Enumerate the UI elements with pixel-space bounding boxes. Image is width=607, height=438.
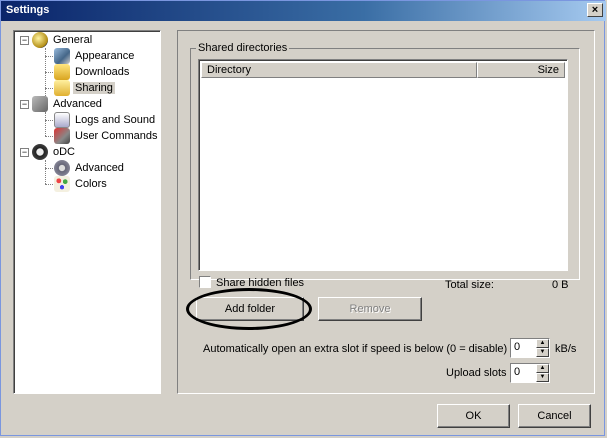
upload-slots-stepper[interactable]: 0 ▲ ▼ — [510, 363, 550, 383]
tree-item-label: Downloads — [75, 66, 130, 78]
tree-connector — [45, 160, 46, 184]
tree-item-label: Appearance — [75, 50, 135, 62]
tree-item-odc[interactable]: − oDC — [20, 144, 77, 160]
remove-button[interactable]: Remove — [318, 297, 422, 321]
upload-slots-label: Upload slots — [446, 367, 507, 379]
tree-item-sharing[interactable]: Sharing — [54, 80, 115, 96]
tree-item-appearance[interactable]: Appearance — [54, 48, 136, 64]
tree-item-advanced[interactable]: − Advanced — [20, 96, 104, 112]
logs-sound-icon — [54, 112, 70, 128]
tree-item-label: Advanced — [75, 162, 124, 174]
user-commands-icon — [54, 128, 70, 144]
group-label: Shared directories — [196, 42, 290, 54]
tree-item-downloads[interactable]: Downloads — [54, 64, 131, 80]
stepper-value: 0 — [514, 341, 521, 353]
tree-item-odc-advanced[interactable]: Advanced — [54, 160, 126, 176]
column-header-directory[interactable]: Directory — [201, 62, 477, 78]
tree-item-general[interactable]: − General — [20, 32, 94, 48]
stepper-buttons: ▲ ▼ — [536, 364, 549, 382]
column-header-size[interactable]: Size — [477, 62, 565, 78]
tree-item-user-commands[interactable]: User Commands — [54, 128, 160, 144]
tree-item-label: Logs and Sound — [75, 114, 156, 126]
spin-up-arrow-icon[interactable]: ▲ — [536, 339, 549, 348]
collapse-toggle[interactable]: − — [20, 147, 29, 157]
odc-icon — [32, 144, 48, 160]
tree-item-logs-and-sound[interactable]: Logs and Sound — [54, 112, 157, 128]
add-folder-button[interactable]: Add folder — [196, 297, 304, 321]
appearance-icon — [54, 48, 70, 64]
tree-item-label: Colors — [75, 178, 107, 190]
share-hidden-label: Share hidden files — [216, 277, 305, 289]
collapse-toggle[interactable]: − — [20, 35, 29, 45]
cancel-button[interactable]: Cancel — [518, 404, 591, 428]
spin-up-arrow-icon[interactable]: ▲ — [536, 364, 549, 373]
spin-down-arrow-icon[interactable]: ▼ — [536, 348, 549, 357]
settings-tree[interactable]: − General Appearance Downloads Sharing −… — [13, 30, 161, 394]
share-hidden-checkbox[interactable] — [199, 276, 211, 288]
tree-connector — [45, 112, 46, 136]
advanced-icon — [32, 96, 48, 112]
colors-icon — [54, 176, 70, 192]
stepper-buttons: ▲ ▼ — [536, 339, 549, 357]
ok-button[interactable]: OK — [437, 404, 510, 428]
tree-item-label: User Commands — [75, 130, 158, 142]
auto-open-slot-label: Automatically open an extra slot if spee… — [203, 343, 508, 355]
spin-down-arrow-icon[interactable]: ▼ — [536, 373, 549, 382]
tree-item-label: oDC — [53, 146, 76, 158]
shared-directories-list[interactable]: Directory Size — [198, 59, 568, 271]
tree-item-label: Sharing — [73, 82, 115, 94]
collapse-toggle[interactable]: − — [20, 99, 29, 109]
close-button[interactable]: × — [587, 3, 603, 17]
tree-item-label: Advanced — [53, 98, 102, 110]
total-size-value: 0 B — [552, 279, 569, 291]
tree-item-label: General — [53, 34, 93, 46]
sharing-folder-icon — [54, 80, 70, 96]
tree-item-colors[interactable]: Colors — [54, 176, 109, 192]
total-size-label: Total size: — [445, 279, 494, 291]
downloads-folder-icon — [54, 64, 70, 80]
auto-open-speed-stepper[interactable]: 0 ▲ ▼ — [510, 338, 550, 358]
general-globe-icon — [32, 32, 48, 48]
speed-unit-label: kB/s — [555, 343, 577, 355]
gear-icon — [54, 160, 70, 176]
stepper-value: 0 — [514, 366, 521, 378]
window-title: Settings — [6, 4, 50, 16]
title-bar[interactable]: Settings × — [1, 1, 606, 21]
